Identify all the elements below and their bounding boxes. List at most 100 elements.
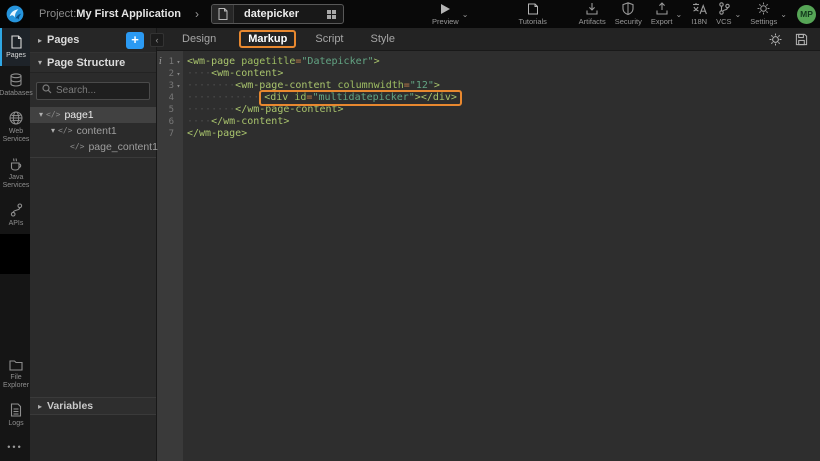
code-line-7[interactable]: 7 </wm-page> — [157, 128, 820, 140]
rail-item-web-services[interactable]: Web Services — [0, 104, 30, 150]
markup-code-editor[interactable]: i1▾<wm-page pagetitle="Datepicker">2▾···… — [157, 51, 820, 461]
open-page-tab[interactable]: datepicker — [211, 4, 344, 24]
rail-item-apis[interactable]: APIs — [0, 196, 30, 234]
user-avatar[interactable]: MP — [797, 5, 816, 24]
vcs-label: VCS — [716, 17, 731, 26]
fold-arrow-icon[interactable]: ▾ — [174, 68, 183, 80]
rail-item-java-services[interactable]: Java Services — [0, 150, 30, 196]
tree-item-content1[interactable]: ▾</>content1 — [30, 123, 156, 139]
structure-search — [30, 73, 156, 107]
code-line-4[interactable]: 4 ············<div id="multidatepicker"><… — [157, 92, 820, 104]
tree-expand-arrow-icon[interactable]: ▾ — [48, 126, 58, 135]
pages-panel: ▸ Pages + ▾ Page Structure ▾</>page1▾</>… — [30, 28, 157, 461]
pages-panel-header[interactable]: ▸ Pages + — [30, 28, 156, 52]
add-page-button[interactable]: + — [126, 32, 144, 49]
panel-collapse-button[interactable]: ‹ — [150, 33, 164, 47]
export-button[interactable]: Export⌄ — [651, 2, 682, 26]
code-content: ····</wm-content> — [183, 116, 289, 128]
structure-expand-arrow-icon[interactable]: ▾ — [35, 58, 45, 67]
panel-spacer — [30, 158, 156, 398]
rail-item-logs[interactable]: Logs — [0, 396, 30, 434]
wavemaker-ide: Project:My First Application › datepicke… — [0, 0, 820, 461]
tree-item-page1[interactable]: ▾</>page1 — [30, 107, 156, 123]
gutter-spacer — [157, 104, 164, 116]
variables-collapse-arrow-icon[interactable]: ▸ — [35, 402, 45, 411]
page-structure-header[interactable]: ▾ Page Structure — [30, 52, 156, 73]
gutter-line-4: 4 — [157, 92, 183, 104]
security-button[interactable]: Security — [615, 2, 642, 26]
rail-item-file-explorer[interactable]: File Explorer — [0, 352, 30, 396]
token-tag: <wm-content> — [211, 68, 283, 79]
wavemaker-logo[interactable] — [0, 0, 30, 28]
tree-item-page-content1[interactable]: </>page_content1 — [30, 139, 156, 155]
editor-tab-bar: Design Markup Script Style — [157, 28, 820, 51]
fold-spacer — [174, 104, 183, 116]
tab-design[interactable]: Design — [178, 31, 220, 47]
line-number: 7 — [164, 128, 174, 140]
topbar-actions: ArtifactsSecurityExport⌄I18NVCS⌄Settings… — [579, 2, 787, 26]
save-icon[interactable] — [795, 33, 808, 46]
artifacts-button[interactable]: Artifacts — [579, 2, 606, 26]
token-tag: <div — [264, 92, 294, 103]
rail-item-pages[interactable]: Pages — [0, 28, 30, 66]
artifacts-download-icon — [585, 2, 599, 15]
artifacts-label: Artifacts — [579, 17, 606, 26]
settings-button[interactable]: Settings⌄ — [750, 2, 787, 26]
widget-code-icon: </> — [70, 142, 84, 151]
settings-caret-icon[interactable]: ⌄ — [780, 10, 787, 19]
tab-markup[interactable]: Markup — [239, 30, 296, 48]
gutter-spacer — [157, 128, 164, 140]
rail-item-databases[interactable]: Databases — [0, 66, 30, 104]
tutorials-label: Tutorials — [518, 17, 546, 26]
more-options-dots[interactable]: ••• — [0, 434, 30, 461]
rail-spacer — [0, 274, 30, 352]
tab-style[interactable]: Style — [367, 31, 399, 47]
tab-script[interactable]: Script — [311, 31, 347, 47]
fold-arrow-icon[interactable]: ▾ — [174, 80, 183, 92]
vcs-caret-icon[interactable]: ⌄ — [734, 10, 741, 19]
page-file-icon — [212, 4, 234, 24]
code-content: ············<div id="multidatepicker"></… — [183, 92, 462, 104]
vcs-button[interactable]: VCS⌄ — [716, 2, 741, 26]
code-line-5[interactable]: 5········</wm-page-content> — [157, 104, 820, 116]
code-line-1[interactable]: i1▾<wm-page pagetitle="Datepicker"> — [157, 56, 820, 68]
code-content: </wm-page> — [183, 128, 247, 140]
line-number: 4 — [164, 92, 174, 104]
left-nav-rail: Pages Databases Web ServicesJava ServicesA… — [0, 28, 30, 461]
code-line-6[interactable]: 6····</wm-content> — [157, 116, 820, 128]
line-number: 5 — [164, 104, 174, 116]
fold-spacer — [174, 128, 183, 140]
databases-icon — [9, 73, 23, 87]
markup-settings-gear-icon[interactable] — [769, 33, 782, 46]
code-line-2[interactable]: 2▾····<wm-content> — [157, 68, 820, 80]
rail-divider-block — [0, 234, 30, 274]
variables-section[interactable]: ▸ Variables — [30, 397, 156, 415]
page-structure-title: Page Structure — [47, 57, 125, 69]
fold-arrow-icon[interactable]: ▾ — [174, 56, 183, 68]
indent-whitespace: ···· — [187, 116, 211, 127]
search-input[interactable] — [36, 82, 150, 100]
indent-whitespace: ········ — [187, 104, 235, 115]
vcs-branch-icon — [718, 2, 730, 15]
widgets-grid-icon[interactable] — [327, 10, 336, 19]
project-breadcrumb: Project:My First Application — [39, 8, 181, 20]
gutter-spacer — [157, 68, 164, 80]
i18n-label: I18N — [691, 17, 707, 26]
pages-collapse-arrow-icon[interactable]: ▸ — [35, 36, 45, 45]
line-number: 3 — [164, 80, 174, 92]
i18n-button[interactable]: I18N — [691, 2, 707, 26]
code-line-3[interactable]: 3▾········<wm-page-content columnwidth="… — [157, 80, 820, 92]
preview-button[interactable]: Preview — [432, 3, 459, 26]
rail-label: File Explorer — [3, 374, 29, 390]
security-shield-icon — [622, 2, 634, 15]
rail-label: Pages — [6, 52, 26, 60]
token-attr: pagetitle — [241, 56, 295, 67]
apis-icon — [10, 203, 23, 217]
export-caret-icon[interactable]: ⌄ — [676, 10, 683, 19]
preview-caret-icon[interactable]: ⌄ — [462, 10, 469, 19]
tutorials-button[interactable]: Tutorials — [518, 3, 546, 26]
search-icon — [42, 84, 52, 94]
tree-expand-arrow-icon[interactable]: ▾ — [36, 110, 46, 119]
settings-gear-icon — [757, 2, 770, 15]
rail-label: Databases — [0, 90, 33, 98]
